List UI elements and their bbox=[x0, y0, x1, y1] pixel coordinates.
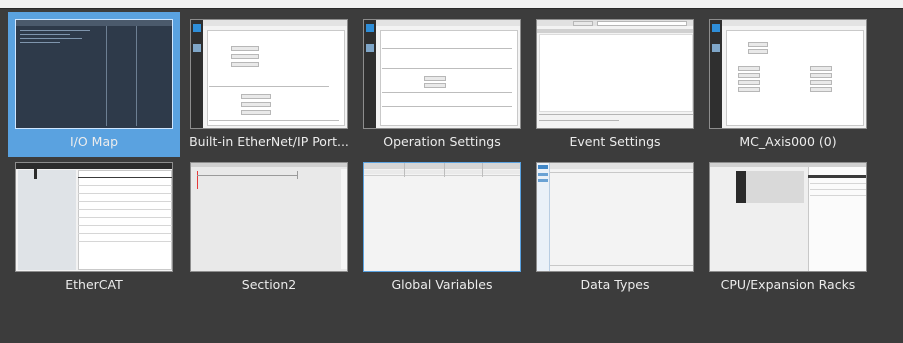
tile-label: MC_Axis000 (0) bbox=[739, 134, 837, 149]
event-settings-thumbnail bbox=[536, 19, 694, 129]
mc-axis-thumbnail bbox=[709, 19, 867, 129]
tile-label: Global Variables bbox=[391, 277, 493, 292]
tile-label: Data Types bbox=[580, 277, 650, 292]
tile-data-types[interactable]: Data Types bbox=[529, 155, 701, 300]
ethercat-thumbnail bbox=[15, 162, 173, 272]
tile-io-map[interactable]: I/O Map bbox=[8, 12, 180, 157]
global-variables-thumbnail bbox=[363, 162, 521, 272]
io-map-thumbnail bbox=[15, 19, 173, 129]
ethernet-port-thumbnail bbox=[190, 19, 348, 129]
tile-section2[interactable]: Section2 bbox=[183, 155, 355, 300]
operation-settings-thumbnail bbox=[363, 19, 521, 129]
section2-thumbnail bbox=[190, 162, 348, 272]
tile-label: I/O Map bbox=[69, 134, 119, 149]
tile-ethernet-port[interactable]: Built-in EtherNet/IP Port... bbox=[183, 12, 355, 157]
window-thumbnail-grid: I/O Map Built-in EtherNet/IP Port... Ope… bbox=[0, 0, 903, 343]
tile-label: Built-in EtherNet/IP Port... bbox=[189, 134, 349, 149]
tile-label: EtherCAT bbox=[65, 277, 123, 292]
data-types-thumbnail bbox=[536, 162, 694, 272]
tile-global-variables[interactable]: Global Variables bbox=[356, 155, 528, 300]
tile-label: Section2 bbox=[241, 277, 297, 292]
tile-mc-axis[interactable]: MC_Axis000 (0) bbox=[702, 12, 874, 157]
tile-cpu-racks[interactable]: CPU/Expansion Racks bbox=[702, 155, 874, 300]
tile-operation-settings[interactable]: Operation Settings bbox=[356, 12, 528, 157]
tile-label: CPU/Expansion Racks bbox=[720, 277, 856, 292]
tile-event-settings[interactable]: Event Settings bbox=[529, 12, 701, 157]
tile-label: Operation Settings bbox=[383, 134, 501, 149]
cpu-racks-thumbnail bbox=[709, 162, 867, 272]
top-border bbox=[0, 0, 903, 9]
tile-label: Event Settings bbox=[569, 134, 661, 149]
tile-ethercat[interactable]: EtherCAT bbox=[8, 155, 180, 300]
